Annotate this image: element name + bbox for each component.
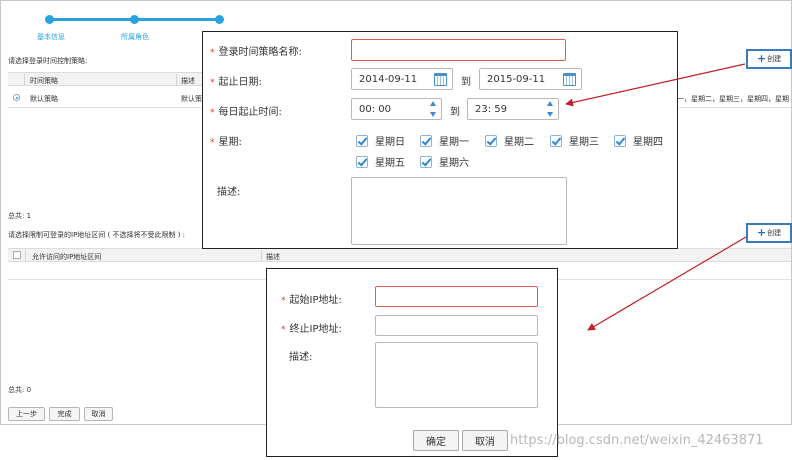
- weekday-wednesday[interactable]: 星期三: [550, 133, 599, 148]
- finish-button[interactable]: 完成: [49, 407, 80, 421]
- time-policy-total: 总共: 1: [8, 212, 32, 220]
- step-label-role[interactable]: 所属角色: [121, 32, 149, 42]
- weekday-monday[interactable]: 星期一: [420, 133, 469, 148]
- time-policy-radio[interactable]: [13, 94, 20, 101]
- spin-up-icon[interactable]: [547, 101, 553, 106]
- weekday-saturday[interactable]: 星期六: [420, 154, 469, 169]
- policy-name-input[interactable]: [351, 39, 566, 61]
- create-time-policy-button[interactable]: + 创建: [746, 49, 792, 69]
- ip-range-total: 总共: 0: [8, 386, 32, 394]
- checkbox-icon[interactable]: [356, 134, 368, 147]
- spin-up-icon[interactable]: [430, 101, 436, 106]
- column-header-time-policy: 时间策略: [30, 77, 58, 85]
- ip-range-dialog: * 起始IP地址: * 终止IP地址: 描述: 确定 取消: [266, 268, 558, 457]
- ip-desc-textarea[interactable]: [375, 342, 538, 408]
- plus-icon: +: [756, 52, 767, 65]
- spin-down-icon[interactable]: [547, 112, 553, 117]
- checkbox-icon[interactable]: [550, 134, 562, 147]
- watermark: https://blog.csdn.net/weixin_42463871: [510, 433, 764, 448]
- cancel-wizard-button[interactable]: 取消: [84, 407, 113, 421]
- calendar-icon[interactable]: [563, 73, 576, 86]
- time-policy-row-name: 默认策略: [30, 95, 58, 103]
- column-header-description: 描述: [181, 77, 195, 85]
- step-dot-2[interactable]: [130, 15, 139, 24]
- date-range-label: * 起止日期:: [210, 77, 262, 88]
- weekday-thursday[interactable]: 星期四: [614, 133, 663, 148]
- end-ip-label: * 终止IP地址:: [281, 324, 342, 335]
- time-policy-dialog: * 登录时间策略名称: * 起止日期: 2014-09-11 到 2015-09-1…: [202, 31, 678, 249]
- spin-down-icon[interactable]: [430, 112, 436, 117]
- ip-range-table-header: 允许访问的IP地址区间 描述: [8, 248, 791, 262]
- date-to-label: 到: [461, 77, 471, 88]
- end-time-spinner[interactable]: 23: 59: [467, 98, 559, 120]
- weekday-friday[interactable]: 星期五: [356, 154, 405, 169]
- time-desc-textarea[interactable]: [351, 177, 567, 245]
- weekday-tuesday[interactable]: 星期二: [485, 133, 534, 148]
- checkbox-icon[interactable]: [420, 134, 432, 147]
- time-policy-row-desc: 默认策: [181, 95, 202, 103]
- ip-cancel-button[interactable]: 取消: [462, 430, 508, 451]
- step-dot-3[interactable]: [215, 15, 224, 24]
- end-ip-input[interactable]: [375, 315, 538, 336]
- ip-desc-label: 描述:: [289, 352, 313, 363]
- ip-select-all-checkbox[interactable]: [13, 251, 21, 259]
- checkbox-icon[interactable]: [485, 134, 497, 147]
- calendar-icon[interactable]: [434, 73, 447, 86]
- weekday-label: * 星期:: [210, 137, 242, 148]
- start-time-spinner[interactable]: 00: 00: [351, 98, 442, 120]
- prev-step-button[interactable]: 上一步: [8, 407, 45, 421]
- checkbox-icon[interactable]: [356, 155, 368, 168]
- ip-ok-button[interactable]: 确定: [413, 430, 459, 451]
- time-policy-row-desc-overflow: 一，星期二，星期三，星期四，星期: [677, 95, 789, 103]
- time-desc-label: 描述:: [217, 187, 241, 198]
- daily-time-label: * 每日起止时间:: [210, 107, 282, 118]
- end-date-input[interactable]: 2015-09-11: [479, 68, 582, 90]
- step-dot-1[interactable]: [45, 15, 54, 24]
- plus-icon: +: [756, 226, 767, 239]
- ip-range-prompt: 请选择限制可登录的IP地址区间 ( 不选择将不受此限制 ) :: [8, 231, 186, 239]
- column-header-ip-range: 允许访问的IP地址区间: [32, 253, 102, 261]
- step-label-basic-info[interactable]: 基本信息: [37, 32, 65, 42]
- start-ip-label: * 起始IP地址:: [281, 295, 342, 306]
- create-ip-range-button[interactable]: + 创建: [746, 223, 792, 243]
- start-ip-input[interactable]: [375, 286, 538, 307]
- weekday-sunday[interactable]: 星期日: [356, 133, 405, 148]
- checkbox-icon[interactable]: [614, 134, 626, 147]
- time-policy-table-header: 时间策略 描述: [8, 72, 203, 86]
- checkbox-icon[interactable]: [420, 155, 432, 168]
- column-header-ip-description: 描述: [266, 253, 280, 261]
- start-date-input[interactable]: 2014-09-11: [351, 68, 453, 90]
- time-policy-prompt: 请选择登录时间控制策略:: [8, 57, 88, 65]
- policy-name-label: * 登录时间策略名称:: [210, 47, 302, 58]
- time-to-label: 到: [450, 107, 460, 118]
